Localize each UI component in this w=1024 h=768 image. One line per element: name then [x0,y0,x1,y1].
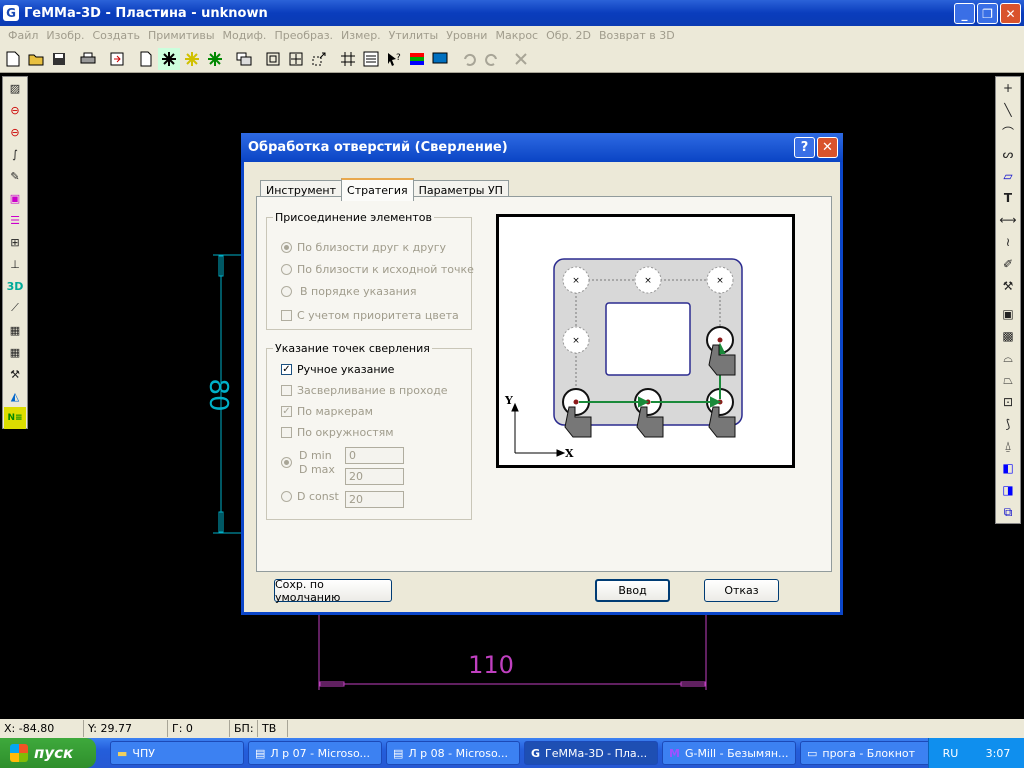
clock: 3:07 [985,746,1011,760]
status-bar: X: -84.80 Y: 29.77 Г: 0 БП: ТВ [0,719,1024,738]
dimension-horizontal-label: 110 [468,651,514,679]
radio-indicator [281,457,292,468]
radio-indicator [281,242,292,253]
strategy-preview: × × × × X Y [496,214,795,468]
svg-text:×: × [572,276,580,286]
check-color-priority[interactable]: С учетом приоритета цвета [281,309,459,322]
radio-nearest-origin[interactable]: По близости к исходной точке [281,263,474,276]
preview-axis-y: Y [504,394,513,407]
radio-selection-order[interactable]: В порядке указания [281,285,417,298]
preview-axis-x: X [565,447,574,460]
dconst-input[interactable]: 20 [345,491,404,508]
dmin-label: D min [299,449,332,462]
checkbox-indicator [281,385,292,396]
check-by-circles[interactable]: По окружностям [281,426,394,439]
dialog-titlebar: Обработка отверстий (Сверление) ? ✕ [241,133,843,162]
task-word-lr08[interactable]: ▤ Л р 08 - Microso... [386,741,520,765]
radio-d-range[interactable] [281,457,297,468]
notepad-icon: ▭ [807,746,818,760]
radio-indicator [281,491,292,502]
checkbox-indicator [281,427,292,438]
word-icon: ▤ [255,746,266,760]
checkbox-indicator: ✓ [281,406,292,417]
word-icon: ▤ [393,746,404,760]
check-drill-pass[interactable]: Засверливание в проходе [281,384,448,397]
status-g: Г: 0 [168,720,230,737]
check-manual-pick[interactable]: ✓ Ручное указание [281,363,394,376]
system-tray: RU 3:07 [928,738,1024,768]
task-notepad[interactable]: ▭ прога - Блокнот [800,741,934,765]
svg-text:×: × [572,336,580,346]
status-bp-value: ТВ [258,720,288,737]
save-default-button[interactable]: Сохр. по умолчанию [274,578,392,604]
tab-strategy[interactable]: Стратегия [341,178,414,201]
ok-button[interactable]: Ввод [595,579,670,602]
preview-illustration: × × × × X Y [504,258,743,460]
join-elements-legend: Присоединение элементов [275,211,432,224]
drill-points-legend: Указание точек сверления [275,342,430,355]
dmin-input[interactable]: 0 [345,447,404,464]
dmax-input[interactable]: 20 [345,468,404,485]
start-button[interactable]: пуск [0,738,96,768]
status-bp-label: БП: [230,720,258,737]
task-word-lr07[interactable]: ▤ Л р 07 - Microso... [248,741,382,765]
task-gemma[interactable]: G ГеММа-3D - Пла... [524,741,658,765]
dmax-label: D max [299,463,335,476]
svg-text:×: × [644,276,652,286]
check-by-markers[interactable]: ✓ По маркерам [281,405,373,418]
checkbox-indicator [281,310,292,321]
status-y: Y: 29.77 [84,720,168,737]
dimension-vertical-label: 80 [203,378,233,411]
radio-d-const[interactable]: D const [281,490,339,503]
folder-icon: ▬ [117,746,128,760]
checkbox-indicator: ✓ [281,364,292,375]
language-indicator[interactable]: RU [943,747,959,760]
task-gmill[interactable]: M G-Mill - Безымян... [662,741,796,765]
radio-indicator [281,264,292,275]
status-x: X: -84.80 [0,720,84,737]
taskbar: пуск ▬ ЧПУ ▤ Л р 07 - Microso... ▤ Л р 08 -… [0,738,1024,768]
dialog-close-button[interactable]: ✕ [817,137,838,158]
svg-text:×: × [716,276,724,286]
radio-indicator [281,286,292,297]
windows-logo-icon [10,744,28,762]
help-button[interactable]: ? [794,137,815,158]
gmill-icon: M [669,746,680,760]
radio-nearest-each-other[interactable]: По близости друг к другу [281,241,446,254]
gemma-icon: G [531,746,541,760]
dialog-title: Обработка отверстий (Сверление) [248,140,508,155]
cancel-button[interactable]: Отказ [704,579,779,602]
task-cnc-folder[interactable]: ▬ ЧПУ [110,741,244,765]
